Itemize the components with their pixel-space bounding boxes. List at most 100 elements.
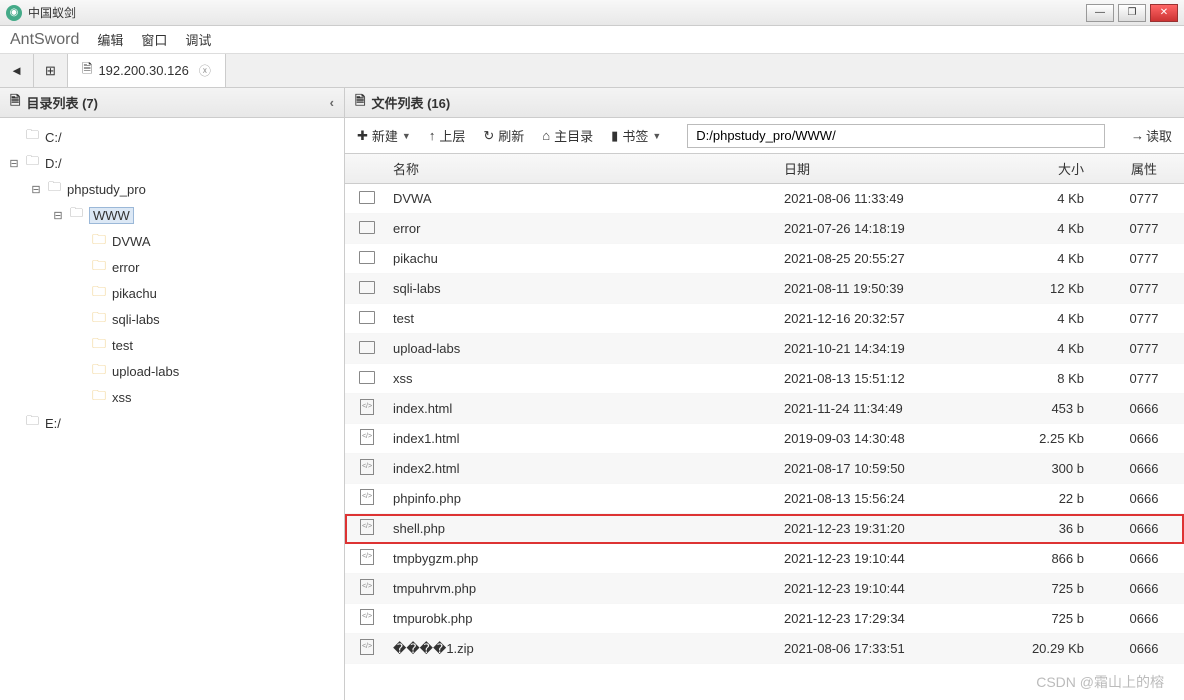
table-row[interactable]: tmpuhrvm.php2021-12-23 19:10:44725 b0666 — [345, 574, 1184, 604]
tree-node-www[interactable]: ⊟ 🗀 WWW — [8, 202, 344, 228]
new-button[interactable]: ✚ 新建 ▼ — [357, 126, 411, 145]
table-row[interactable]: upload-labs2021-10-21 14:34:194 Kb0777 — [345, 334, 1184, 364]
menu-edit[interactable]: 编辑 — [97, 30, 123, 49]
refresh-button[interactable]: ↻ 刷新 — [483, 126, 524, 145]
file-name: upload-labs — [389, 341, 784, 356]
table-row[interactable]: pikachu2021-08-25 20:55:274 Kb0777 — [345, 244, 1184, 274]
folder-icon: 🗀 — [92, 229, 106, 253]
home-button[interactable]: ⌂ 主目录 — [542, 126, 593, 145]
file-name: xss — [389, 371, 784, 386]
table-row[interactable]: tmpbygzm.php2021-12-23 19:10:44866 b0666 — [345, 544, 1184, 574]
file-size: 20.29 Kb — [984, 641, 1104, 656]
close-button[interactable]: ✕ — [1150, 4, 1178, 22]
tree-node-sqli-labs[interactable]: 🗀sqli-labs — [8, 306, 344, 332]
document-icon: 🗎 — [355, 92, 365, 114]
brand-label: AntSword — [10, 31, 79, 49]
document-icon: 🗎 — [10, 92, 20, 114]
table-row[interactable]: sqli-labs2021-08-11 19:50:3912 Kb0777 — [345, 274, 1184, 304]
folder-icon — [359, 311, 375, 324]
col-attr[interactable]: 属性 — [1104, 159, 1184, 178]
file-panel: 🗎 文件列表 (16) ✚ 新建 ▼ ↑ 上层 ↻ 刷新 ⌂ 主目录 ▮ — [345, 88, 1184, 700]
col-name[interactable]: 名称 — [389, 159, 784, 178]
col-size[interactable]: 大小 — [984, 159, 1104, 178]
table-row[interactable]: tmpurobk.php2021-12-23 17:29:34725 b0666 — [345, 604, 1184, 634]
table-row[interactable]: xss2021-08-13 15:51:128 Kb0777 — [345, 364, 1184, 394]
tree-node-phpstudy[interactable]: ⊟ 🗀 phpstudy_pro — [8, 176, 344, 202]
tree-toggle-icon[interactable]: ⊟ — [8, 157, 20, 170]
table-row[interactable]: index.html2021-11-24 11:34:49453 b0666 — [345, 394, 1184, 424]
table-row[interactable]: test2021-12-16 20:32:574 Kb0777 — [345, 304, 1184, 334]
tree-node-error[interactable]: 🗀error — [8, 254, 344, 280]
folder-icon: 🗀 — [26, 152, 39, 174]
file-date: 2021-08-06 11:33:49 — [784, 191, 984, 206]
table-row[interactable]: phpinfo.php2021-08-13 15:56:2422 b0666 — [345, 484, 1184, 514]
file-table: 名称 日期 大小 属性 DVWA2021-08-06 11:33:494 Kb0… — [345, 154, 1184, 700]
folder-icon: 🗀 — [92, 385, 106, 409]
file-name: error — [389, 221, 784, 236]
file-icon — [360, 579, 374, 595]
file-size: 12 Kb — [984, 281, 1104, 296]
file-icon — [360, 429, 374, 445]
file-icon — [360, 609, 374, 625]
tab-back-button[interactable]: ◄ — [0, 54, 34, 87]
file-name: pikachu — [389, 251, 784, 266]
folder-icon: 🗀 — [92, 359, 106, 383]
file-date: 2021-11-24 11:34:49 — [784, 401, 984, 416]
caret-down-icon: ▼ — [402, 131, 411, 141]
file-attr: 0777 — [1104, 221, 1184, 236]
tree-drive-e[interactable]: 🗀 E:/ — [8, 410, 344, 436]
file-attr: 0666 — [1104, 551, 1184, 566]
file-name: sqli-labs — [389, 281, 784, 296]
file-date: 2021-08-13 15:51:12 — [784, 371, 984, 386]
minimize-button[interactable]: — — [1086, 4, 1114, 22]
tab-close-icon[interactable]: ⓧ — [199, 62, 211, 79]
up-arrow-icon: ↑ — [429, 128, 436, 143]
path-input[interactable] — [687, 124, 1105, 148]
maximize-button[interactable]: ❐ — [1118, 4, 1146, 22]
folder-icon: 🗀 — [92, 307, 106, 331]
read-button[interactable]: → 读取 — [1131, 126, 1172, 145]
col-date[interactable]: 日期 — [784, 159, 984, 178]
tree-node-xss[interactable]: 🗀xss — [8, 384, 344, 410]
table-row[interactable]: index2.html2021-08-17 10:59:50300 b0666 — [345, 454, 1184, 484]
tree-toggle-icon[interactable]: ⊟ — [30, 183, 42, 196]
tree-drive-c[interactable]: 🗀 C:/ — [8, 124, 344, 150]
bookmark-button[interactable]: ▮ 书签 ▼ — [611, 126, 661, 145]
file-size: 725 b — [984, 581, 1104, 596]
up-button[interactable]: ↑ 上层 — [429, 126, 466, 145]
tabbar: ◄ ⊞ 🗎 192.200.30.126 ⓧ — [0, 54, 1184, 88]
file-attr: 0666 — [1104, 401, 1184, 416]
file-date: 2021-08-17 10:59:50 — [784, 461, 984, 476]
tree-drive-d[interactable]: ⊟ 🗀 D:/ — [8, 150, 344, 176]
table-row[interactable]: shell.php2021-12-23 19:31:2036 b0666 — [345, 514, 1184, 544]
tab-grid-button[interactable]: ⊞ — [34, 54, 68, 87]
tab-connection[interactable]: 🗎 192.200.30.126 ⓧ — [68, 54, 226, 87]
file-date: 2021-08-11 19:50:39 — [784, 281, 984, 296]
directory-panel: 🗎 目录列表 (7) ‹ 🗀 C:/ ⊟ 🗀 D:/ ⊟ 🗀 phpstudy_… — [0, 88, 345, 700]
tree-toggle-icon[interactable]: ⊟ — [52, 209, 64, 222]
menu-window[interactable]: 窗口 — [141, 30, 167, 49]
table-row[interactable]: DVWA2021-08-06 11:33:494 Kb0777 — [345, 184, 1184, 214]
menu-debug[interactable]: 调试 — [185, 30, 211, 49]
folder-icon — [359, 281, 375, 294]
table-row[interactable]: ����1.zip2021-08-06 17:33:5120.29 Kb0666 — [345, 634, 1184, 664]
folder-icon: 🗀 — [26, 412, 39, 434]
file-attr: 0777 — [1104, 251, 1184, 266]
folder-icon — [359, 221, 375, 234]
plus-icon: ✚ — [357, 128, 368, 144]
tree-node-dvwa[interactable]: 🗀DVWA — [8, 228, 344, 254]
collapse-left-icon[interactable]: ‹ — [330, 95, 334, 110]
table-row[interactable]: error2021-07-26 14:18:194 Kb0777 — [345, 214, 1184, 244]
table-row[interactable]: index1.html2019-09-03 14:30:482.25 Kb066… — [345, 424, 1184, 454]
folder-icon — [359, 251, 375, 264]
file-name: phpinfo.php — [389, 491, 784, 506]
tree-node-upload-labs[interactable]: 🗀upload-labs — [8, 358, 344, 384]
file-attr: 0666 — [1104, 491, 1184, 506]
file-icon — [360, 489, 374, 505]
file-name: ����1.zip — [389, 641, 784, 657]
tree-node-test[interactable]: 🗀test — [8, 332, 344, 358]
file-date: 2021-10-21 14:34:19 — [784, 341, 984, 356]
tab-label: 192.200.30.126 — [98, 63, 188, 78]
tree-node-pikachu[interactable]: 🗀pikachu — [8, 280, 344, 306]
file-size: 4 Kb — [984, 191, 1104, 206]
